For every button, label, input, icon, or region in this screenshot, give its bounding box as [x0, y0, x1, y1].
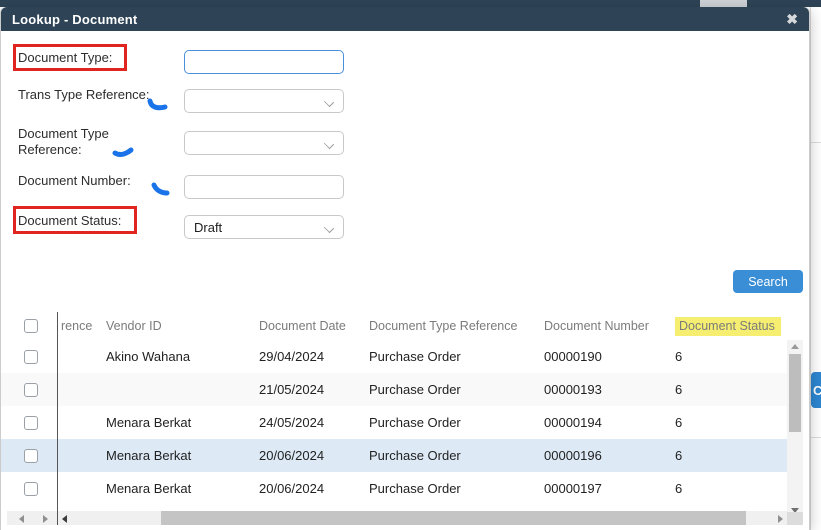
cell-document-date: 29/04/2024: [259, 349, 325, 364]
horizontal-scrollbar-thumb[interactable]: [161, 511, 746, 525]
row-checkbox[interactable]: [24, 448, 38, 463]
cell-document-number: 00000193: [544, 382, 602, 397]
annotation-pen-mark: [151, 182, 170, 196]
cell-document-number: 00000196: [544, 448, 602, 463]
dialog-titlebar: Lookup - Document ✖: [1, 7, 809, 31]
scroll-up-icon[interactable]: [791, 344, 799, 349]
cell-vendor-id: Menara Berkat: [106, 448, 192, 463]
column-header-document-number[interactable]: Document Number: [540, 319, 671, 333]
horizontal-scrollbar-strip: [1, 511, 803, 525]
scroll-right-icon[interactable]: [778, 515, 783, 523]
table-header-row: rence Vendor ID Document Date Document T…: [1, 312, 787, 340]
scrollbar-corner: [787, 512, 803, 525]
cell-vendor-id: Akino Wahana: [106, 349, 191, 364]
table-row[interactable]: Menara Berkat 24/05/2024 Purchase Order …: [1, 406, 787, 439]
chevron-down-icon: [325, 139, 334, 148]
background-divider: [810, 437, 821, 438]
table-row[interactable]: Menara Berkat 20/06/2024 Purchase Order …: [1, 472, 787, 505]
annotation-pen-mark: [147, 98, 168, 111]
annotation-yellow-highlight: Document Status: [675, 316, 781, 336]
horizontal-scrollbar[interactable]: [58, 511, 787, 525]
cell-document-status: 6: [675, 349, 683, 364]
scroll-left-icon[interactable]: [19, 515, 24, 523]
search-button[interactable]: Search: [733, 270, 803, 293]
frozen-pane-scrollbar[interactable]: [7, 511, 57, 525]
results-table: rence Vendor ID Document Date Document T…: [1, 312, 809, 530]
cell-document-date: 21/05/2024: [259, 382, 325, 397]
vertical-scrollbar[interactable]: [787, 340, 803, 517]
column-header-document-status[interactable]: Document Status: [671, 316, 787, 336]
cell-document-type-reference: Purchase Order: [369, 349, 461, 364]
background-top-bar: [0, 0, 821, 7]
trans-type-reference-select[interactable]: [184, 89, 344, 113]
document-type-reference-select[interactable]: [184, 131, 344, 155]
table-row-selected[interactable]: Menara Berkat 20/06/2024 Purchase Order …: [1, 439, 787, 472]
background-partial-button[interactable]: C: [811, 372, 821, 408]
background-divider: [810, 142, 821, 143]
annotation-pen-mark: [112, 147, 134, 157]
cell-document-status: 6: [675, 382, 683, 397]
cell-document-type-reference: Purchase Order: [369, 382, 461, 397]
scroll-left-icon[interactable]: [62, 515, 67, 523]
document-type-input[interactable]: [184, 50, 344, 74]
cell-document-status: 6: [675, 415, 683, 430]
cell-document-number: 00000197: [544, 481, 602, 496]
table-row[interactable]: Akino Wahana 29/04/2024 Purchase Order 0…: [1, 340, 787, 373]
document-status-value: Draft: [194, 219, 223, 235]
cell-document-type-reference: Purchase Order: [369, 415, 461, 430]
document-status-select[interactable]: Draft: [184, 215, 344, 239]
row-checkbox[interactable]: [24, 349, 38, 364]
row-checkbox[interactable]: [24, 415, 38, 430]
background-top-bar-segment: [700, 0, 747, 7]
row-checkbox[interactable]: [24, 481, 38, 496]
cell-document-status: 6: [675, 481, 683, 496]
annotation-red-box-document-status: [13, 206, 137, 234]
column-header-document-date[interactable]: Document Date: [255, 319, 365, 333]
select-all-checkbox[interactable]: [24, 319, 38, 333]
cell-document-date: 20/06/2024: [259, 448, 325, 463]
cell-document-number: 00000194: [544, 415, 602, 430]
column-header-reference-partial[interactable]: rence: [57, 319, 102, 333]
cell-document-date: 24/05/2024: [259, 415, 325, 430]
row-checkbox[interactable]: [24, 382, 38, 397]
document-number-input[interactable]: [184, 175, 344, 199]
cell-vendor-id: Menara Berkat: [106, 415, 192, 430]
cell-vendor-id: Menara Berkat: [106, 481, 192, 496]
cell-document-number: 00000190: [544, 349, 602, 364]
cell-document-type-reference: Purchase Order: [369, 448, 461, 463]
column-header-document-type-reference[interactable]: Document Type Reference: [365, 319, 540, 333]
table-row[interactable]: 21/05/2024 Purchase Order 00000193 6: [1, 373, 787, 406]
cell-document-status: 6: [675, 448, 683, 463]
cell-document-date: 20/06/2024: [259, 481, 325, 496]
dialog-title: Lookup - Document: [12, 11, 138, 27]
scroll-right-icon[interactable]: [43, 515, 48, 523]
vertical-scrollbar-thumb[interactable]: [789, 354, 801, 432]
chevron-down-icon: [325, 223, 334, 232]
lookup-document-dialog: Lookup - Document ✖ Document Type: Trans…: [0, 7, 810, 530]
screen: C Lookup - Document ✖ Document Type: Tra…: [0, 0, 821, 530]
background-page-strip: [810, 7, 821, 530]
frozen-column-divider: [57, 312, 58, 525]
cell-document-type-reference: Purchase Order: [369, 481, 461, 496]
close-icon[interactable]: ✖: [786, 12, 798, 26]
chevron-down-icon: [325, 97, 334, 106]
column-header-vendor-id[interactable]: Vendor ID: [102, 319, 255, 333]
annotation-red-box-document-type: [13, 44, 127, 71]
